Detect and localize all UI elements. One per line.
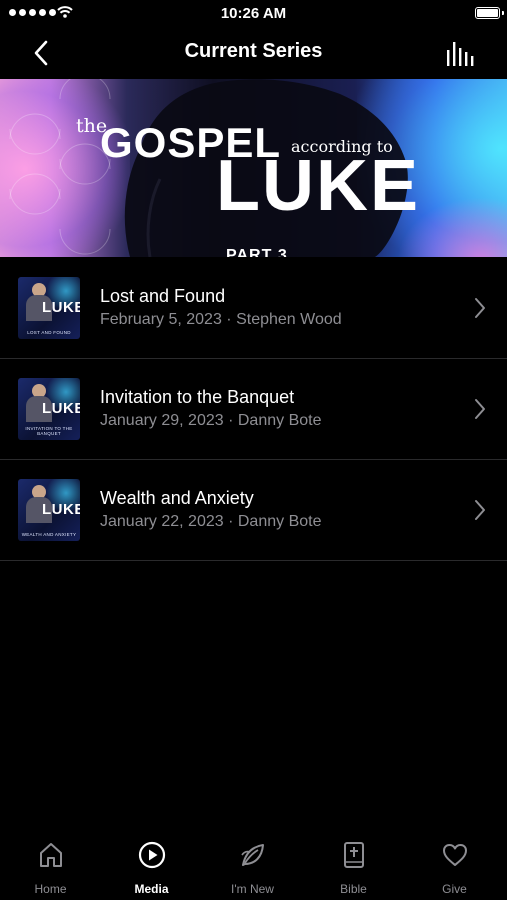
tab-home[interactable]: Home bbox=[0, 834, 101, 900]
play-circle-icon bbox=[138, 841, 165, 869]
tab-give[interactable]: Give bbox=[404, 834, 505, 900]
sermon-subtitle: January 22, 2023 · Danny Bote bbox=[100, 513, 322, 530]
series-banner: the GOSPEL according to LUKE PART 3 bbox=[0, 79, 507, 257]
tab-label: Home bbox=[34, 882, 67, 896]
sermon-thumbnail: LUKE WEALTH AND ANXIETY bbox=[18, 479, 80, 541]
tab-bible[interactable]: Bible bbox=[303, 834, 404, 900]
sermon-title: Lost and Found bbox=[100, 286, 226, 306]
home-icon bbox=[39, 843, 62, 867]
sermon-title: Invitation to the Banquet bbox=[100, 387, 295, 407]
tab-label: I'm New bbox=[231, 882, 274, 896]
tab-label: Give bbox=[442, 882, 467, 896]
chevron-right-icon bbox=[475, 399, 485, 419]
bible-icon bbox=[343, 842, 364, 868]
audio-bars-icon[interactable] bbox=[445, 40, 475, 68]
tab-label: Media bbox=[134, 882, 169, 896]
sermon-thumbnail: LUKE INVITATION TO THE BANQUET bbox=[18, 378, 80, 440]
sermon-row[interactable]: LUKE WEALTH AND ANXIETY Wealth and Anxie… bbox=[0, 460, 507, 561]
tab-bar: Home Media I'm New Bible Give bbox=[0, 834, 507, 900]
heart-icon bbox=[442, 844, 467, 866]
chevron-right-icon bbox=[475, 298, 485, 318]
tab-im-new[interactable]: I'm New bbox=[202, 834, 303, 900]
sermon-list: LUKE LOST AND FOUND Lost and Found Febru… bbox=[0, 258, 507, 561]
sermon-subtitle: January 29, 2023 · Danny Bote bbox=[100, 412, 322, 429]
sermon-row[interactable]: LUKE LOST AND FOUND Lost and Found Febru… bbox=[0, 258, 507, 359]
status-bar: 10:26 AM bbox=[0, 0, 507, 28]
page-title: Current Series bbox=[184, 40, 323, 62]
banner-part-text: PART 3 bbox=[226, 247, 288, 257]
status-time: 10:26 AM bbox=[220, 5, 287, 22]
navigation-bar: Current Series bbox=[0, 28, 507, 78]
chevron-right-icon bbox=[475, 500, 485, 520]
battery-icon bbox=[475, 7, 504, 19]
sermon-title: Wealth and Anxiety bbox=[100, 488, 254, 508]
leaf-icon bbox=[240, 844, 264, 866]
sermon-row[interactable]: LUKE INVITATION TO THE BANQUET Invitatio… bbox=[0, 359, 507, 460]
tab-label: Bible bbox=[340, 882, 367, 896]
sermon-thumbnail: LUKE LOST AND FOUND bbox=[18, 277, 80, 339]
banner-luke-text: LUKE bbox=[216, 146, 420, 226]
sermon-subtitle: February 5, 2023 · Stephen Wood bbox=[100, 311, 342, 328]
tab-media[interactable]: Media bbox=[101, 834, 202, 900]
